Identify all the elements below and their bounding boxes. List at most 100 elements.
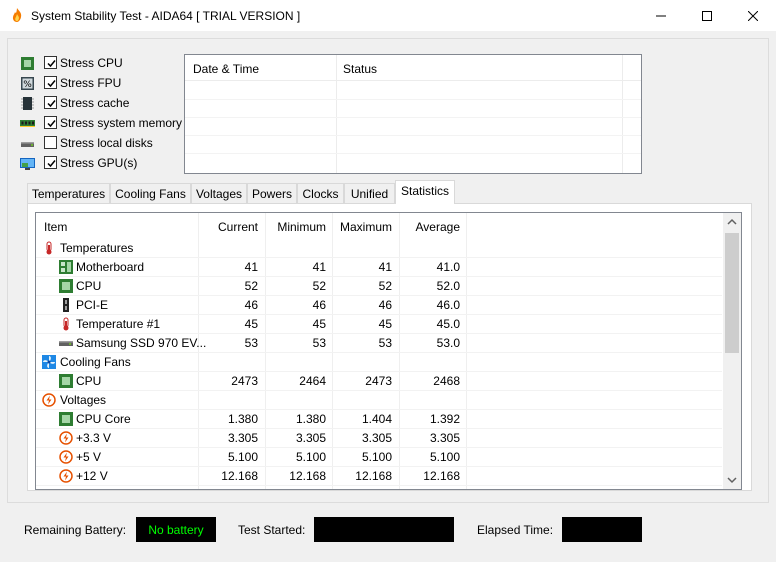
value-current: 53	[244, 336, 258, 350]
stress-option-cache[interactable]: Stress cache	[20, 94, 190, 114]
log-column-status[interactable]: Status	[343, 62, 377, 76]
thermometer-icon	[46, 241, 52, 255]
value-average: 3.305	[429, 431, 460, 445]
stress-option-label: Stress GPU(s)	[60, 156, 138, 170]
row-label: Temperature #1	[76, 317, 161, 331]
stress-option-label: Stress local disks	[60, 136, 153, 150]
elapsed-time-label: Elapsed Time:	[477, 523, 554, 537]
table-row[interactable]: +5 V 5.100 5.100 5.100 5.100	[36, 448, 722, 467]
row-label: +5 V	[76, 450, 102, 464]
battery-value: No battery	[148, 523, 204, 537]
table-row[interactable]: Motherboard 41 41 41 41.0	[36, 258, 722, 277]
tab-temperatures[interactable]: Temperatures	[27, 183, 110, 204]
cpu-chip-icon	[59, 374, 73, 388]
table-row[interactable]: PCI-E 46 46 46 46.0	[36, 296, 722, 315]
value-current: 46	[244, 298, 258, 312]
stress-option-fpu[interactable]: % Stress FPU	[20, 74, 190, 94]
value-current: 41	[244, 260, 258, 274]
group-row-temperatures[interactable]: Temperatures	[36, 239, 722, 258]
checkmark-icon	[47, 160, 56, 168]
value-minimum: 2464	[299, 374, 326, 388]
scroll-down-icon[interactable]	[727, 476, 737, 484]
table-row[interactable]: CPU 2473 2464 2473 2468	[36, 372, 722, 391]
value-average: 12.168	[423, 469, 460, 483]
voltage-icon	[59, 469, 73, 483]
cpu-chip-icon	[59, 279, 73, 293]
statistics-table[interactable]: Item Current Minimum Maximum Average Tem…	[35, 212, 742, 490]
column-current[interactable]: Current	[200, 220, 258, 234]
scroll-up-icon[interactable]	[727, 218, 737, 226]
title-bar: System Stability Test - AIDA64 [ TRIAL V…	[0, 0, 776, 31]
column-maximum[interactable]: Maximum	[334, 220, 392, 234]
value-current: 5.100	[227, 450, 258, 464]
row-label: PCI-E	[76, 298, 109, 312]
tab-statistics[interactable]: Statistics	[395, 180, 455, 204]
stress-option-gpu[interactable]: Stress GPU(s)	[20, 154, 190, 174]
vertical-scrollbar[interactable]	[723, 213, 741, 489]
close-icon	[748, 10, 758, 21]
tab-powers[interactable]: Powers	[247, 183, 297, 204]
row-label: CPU Core	[76, 412, 131, 426]
disk-drive-icon	[21, 142, 34, 147]
row-label: CPU	[76, 374, 102, 388]
value-average: 53.0	[436, 336, 460, 350]
value-minimum: 45	[312, 317, 326, 331]
maximize-button[interactable]	[684, 0, 730, 31]
aida64-flame-icon	[12, 8, 22, 22]
remaining-battery-label: Remaining Battery:	[24, 523, 127, 537]
value-maximum: 1.404	[361, 412, 392, 426]
value-current: 12.168	[221, 469, 258, 483]
tab-voltages[interactable]: Voltages	[191, 183, 247, 204]
value-average: 52.0	[436, 279, 460, 293]
scrollbar-thumb[interactable]	[725, 233, 739, 353]
stress-disks-checkbox[interactable]	[44, 136, 57, 149]
table-row[interactable]: CPU Core 1.380 1.380 1.404 1.392	[36, 410, 722, 429]
disk-drive-icon	[59, 341, 73, 346]
table-row[interactable]: CPU 52 52 52 52.0	[36, 277, 722, 296]
tab-unified[interactable]: Unified	[344, 183, 395, 204]
stress-cache-checkbox[interactable]	[44, 96, 57, 109]
test-started-label: Test Started:	[238, 523, 306, 537]
table-row[interactable]: +3.3 V 3.305 3.305 3.305 3.305	[36, 429, 722, 448]
voltage-icon	[59, 431, 73, 445]
value-maximum: 46	[378, 298, 392, 312]
stress-option-memory[interactable]: Stress system memory	[20, 114, 190, 134]
row-label: Temperatures	[60, 241, 134, 255]
row-label: +12 V	[76, 469, 108, 483]
value-average: 1.392	[429, 412, 460, 426]
fpu-percent-icon: %	[21, 77, 34, 90]
stress-fpu-checkbox[interactable]	[44, 76, 57, 89]
column-item[interactable]: Item	[44, 220, 67, 234]
log-row-line	[185, 135, 641, 136]
test-started-box	[314, 517, 454, 542]
stress-memory-checkbox[interactable]	[44, 116, 57, 129]
cpu-chip-icon	[21, 57, 34, 70]
stress-option-label: Stress cache	[60, 96, 130, 110]
table-row[interactable]: Samsung SSD 970 EV... 53 53 53 53.0	[36, 334, 722, 353]
value-average: 2468	[433, 374, 460, 388]
stress-option-disks[interactable]: Stress local disks	[20, 134, 190, 154]
tab-clocks[interactable]: Clocks	[297, 183, 344, 204]
event-log-list[interactable]: Date & Time Status	[184, 54, 642, 174]
stress-cpu-checkbox[interactable]	[44, 56, 57, 69]
column-average[interactable]: Average	[401, 220, 460, 234]
tab-cooling-fans[interactable]: Cooling Fans	[110, 183, 191, 204]
value-maximum: 2473	[365, 374, 392, 388]
gpu-monitor-icon	[20, 158, 35, 170]
row-label: Motherboard	[76, 260, 145, 274]
log-column-date-time[interactable]: Date & Time	[193, 62, 259, 76]
stress-option-cpu[interactable]: Stress CPU	[20, 54, 190, 74]
column-minimum[interactable]: Minimum	[268, 220, 326, 234]
elapsed-time-box	[562, 517, 642, 542]
stress-gpu-checkbox[interactable]	[44, 156, 57, 169]
group-row-voltages[interactable]: Voltages	[36, 391, 722, 410]
table-row[interactable]: +12 V 12.168 12.168 12.168 12.168	[36, 467, 722, 486]
table-row[interactable]: Temperature #1 45 45 45 45.0	[36, 315, 722, 334]
close-button[interactable]	[730, 0, 776, 31]
group-row-cooling-fans[interactable]: Cooling Fans	[36, 353, 722, 372]
battery-status-box: No battery	[136, 517, 216, 542]
minimize-button[interactable]	[638, 0, 684, 31]
voltage-icon	[59, 450, 73, 464]
value-minimum: 5.100	[295, 450, 326, 464]
value-minimum: 52	[312, 279, 326, 293]
